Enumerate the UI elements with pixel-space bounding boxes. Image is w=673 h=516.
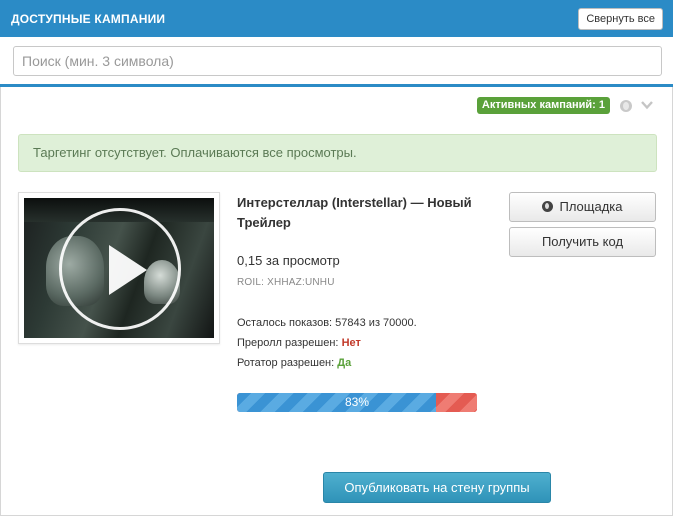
rotator-allowed: Ротатор разрешен: Да [237,357,351,369]
campaign-roil: ROIL: XHHAZ:UNHU [237,277,335,288]
video-thumbnail[interactable] [18,192,220,344]
publish-to-group-wall-button[interactable]: Опубликовать на стену группы [323,472,551,503]
get-code-button[interactable]: Получить код [509,227,656,257]
rotator-value: Да [337,357,352,369]
panel-header: ДОСТУПНЫЕ КАМПАНИИ Свернуть все [0,0,673,37]
impressions-progress-bar: 83% [237,393,477,412]
collapse-all-button[interactable]: Свернуть все [578,8,663,30]
campaign-title: Интерстеллар (Interstellar) — Новый Трей… [237,195,472,230]
thumbnail-image [24,198,214,338]
preroll-label: Преролл разрешен: [237,337,339,349]
remaining-impressions: Осталось показов: 57843 из 70000. [237,317,417,329]
platform-button[interactable]: Площадка [509,192,656,222]
campaign-price: 0,15 за просмотр [237,253,340,268]
search-input[interactable] [13,46,662,76]
rotator-label: Ротатор разрешен: [237,357,335,369]
preroll-value: Нет [341,337,361,349]
active-campaigns-badge: Активных кампаний: 1 [476,97,610,114]
search-bar [0,37,673,87]
targeting-alert: Таргетинг отсутствует. Оплачиваются все … [18,134,657,172]
globe-icon [542,201,554,212]
progress-label: 83% [344,395,370,409]
play-triangle [109,245,147,295]
chevron-down-icon[interactable] [641,99,653,111]
preroll-allowed: Преролл разрешен: Нет [237,337,361,349]
campaign-toolbar: Активных кампаний: 1 [0,96,673,116]
platform-button-label: Площадка [559,199,623,214]
panel-title: ДОСТУПНЫЕ КАМПАНИИ [11,12,166,26]
globe-icon[interactable] [620,100,632,112]
